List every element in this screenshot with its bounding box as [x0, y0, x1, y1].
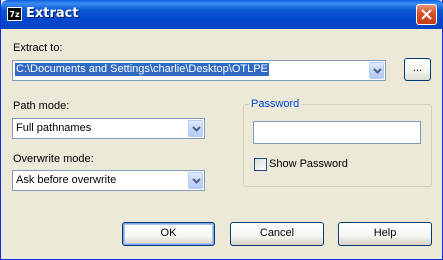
show-password-checkbox[interactable]: [254, 158, 267, 171]
password-input[interactable]: [253, 121, 421, 144]
overwrite-mode-dropdown-button[interactable]: [188, 172, 203, 189]
overwrite-mode-combobox[interactable]: Ask before overwrite: [12, 170, 205, 191]
close-icon: [421, 9, 432, 20]
overwrite-mode-label: Overwrite mode:: [13, 153, 94, 165]
password-group: [243, 104, 432, 187]
chevron-down-icon: [192, 177, 201, 184]
path-mode-label: Path mode:: [13, 100, 70, 112]
chevron-down-icon: [192, 125, 201, 132]
extract-to-dropdown-button[interactable]: [369, 62, 384, 79]
path-mode-dropdown-button[interactable]: [188, 120, 203, 137]
chevron-down-icon: [373, 67, 382, 74]
close-button[interactable]: [416, 4, 437, 25]
ok-button[interactable]: OK: [122, 222, 215, 246]
path-mode-value: Full pathnames: [16, 122, 92, 134]
help-button[interactable]: Help: [338, 222, 432, 246]
overwrite-mode-value: Ask before overwrite: [16, 174, 117, 186]
cancel-button[interactable]: Cancel: [230, 222, 324, 246]
extract-to-label: Extract to:: [13, 42, 63, 54]
title-bar[interactable]: 7z Extract: [1, 0, 443, 29]
7z-app-icon: 7z: [7, 7, 22, 21]
browse-button[interactable]: ...: [404, 58, 431, 81]
window-title: Extract: [26, 6, 79, 21]
show-password-label[interactable]: Show Password: [269, 158, 348, 170]
extract-dialog: 7z Extract Extract to: C:\Documents and …: [0, 0, 443, 260]
extract-to-combobox[interactable]: C:\Documents and Settings\charlie\Deskto…: [12, 60, 386, 81]
extract-to-value[interactable]: C:\Documents and Settings\charlie\Deskto…: [15, 63, 269, 76]
password-group-label: Password: [249, 98, 302, 110]
path-mode-combobox[interactable]: Full pathnames: [12, 118, 205, 139]
